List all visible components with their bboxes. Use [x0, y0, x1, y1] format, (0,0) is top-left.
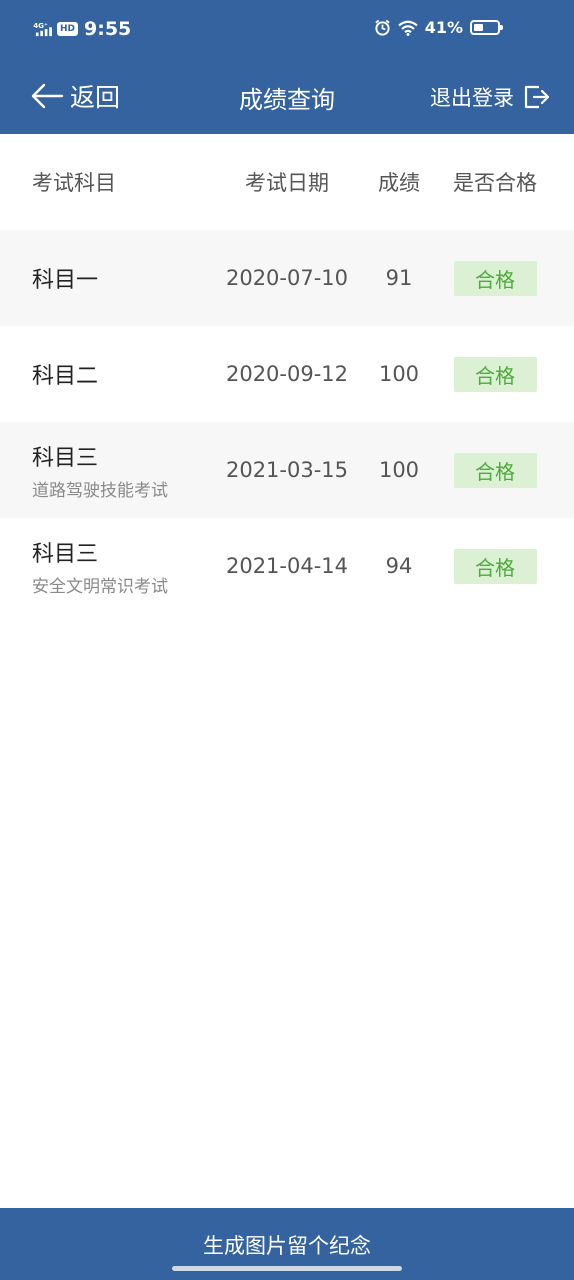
score-cell: 94: [362, 518, 436, 614]
date-cell: 2021-03-15: [212, 422, 362, 518]
pass-badge: 合格: [453, 260, 537, 296]
network-type-label: 4G⁺: [33, 21, 48, 30]
pass-badge: 合格: [453, 548, 537, 584]
wifi-icon: [397, 20, 418, 36]
exam-score: 91: [385, 266, 413, 290]
date-cell: 2021-04-14: [212, 518, 362, 614]
battery-icon: [470, 20, 503, 35]
column-header-subject-label: 考试科目: [32, 171, 116, 195]
subject-name: 科目三: [32, 445, 99, 471]
pass-badge: 合格: [453, 452, 537, 488]
exam-score: 100: [378, 362, 420, 386]
column-header-subject: 考试科目: [32, 134, 212, 230]
score-cell: 100: [362, 422, 436, 518]
date-cell: 2020-09-12: [212, 326, 362, 422]
column-header-date-label: 考试日期: [245, 171, 329, 195]
logout-icon: [524, 85, 550, 109]
subject-cell: 科目三 安全文明常识考试: [32, 518, 212, 614]
pass-cell: 合格: [436, 326, 554, 422]
table-header: 考试科目 考试日期 成绩 是否合格: [0, 134, 574, 230]
column-header-date: 考试日期: [212, 134, 362, 230]
status-bar: 4G⁺ HD 9:55 41%: [0, 0, 574, 62]
pass-cell: 合格: [436, 422, 554, 518]
exam-date: 2020-07-10: [225, 266, 349, 290]
pass-badge: 合格: [453, 356, 537, 392]
subject-name: 科目一: [32, 268, 99, 293]
results-table: 考试科目 考试日期 成绩 是否合格 科目一 2020-07-10 91 合格 科…: [0, 134, 574, 614]
subject-cell: 科目三 道路驾驶技能考试: [32, 422, 212, 518]
battery-percent: 41%: [424, 18, 463, 37]
exam-date: 2020-09-12: [225, 362, 349, 386]
status-time: 9:55: [84, 18, 132, 40]
generate-image-label: 生成图片留个纪念: [203, 1234, 371, 1258]
score-cell: 100: [362, 326, 436, 422]
column-header-pass: 是否合格: [436, 134, 554, 230]
home-indicator[interactable]: [172, 1266, 402, 1271]
exam-date: 2021-03-15: [225, 458, 349, 482]
column-header-score-label: 成绩: [378, 171, 420, 195]
exam-date: 2021-04-14: [225, 554, 349, 578]
status-right: 41%: [374, 18, 503, 37]
alarm-icon: [374, 19, 390, 36]
score-cell: 91: [362, 230, 436, 326]
signal-icon: 4G⁺: [33, 21, 52, 37]
subject-cell: 科目一: [32, 230, 212, 326]
pass-cell: 合格: [436, 230, 554, 326]
subject-name: 科目二: [32, 364, 99, 389]
column-header-pass-label: 是否合格: [453, 171, 537, 195]
table-row: 科目三 安全文明常识考试 2021-04-14 94 合格: [0, 518, 574, 614]
status-left: 4G⁺ HD 9:55: [33, 18, 131, 40]
logout-button[interactable]: 退出登录: [430, 82, 550, 112]
hd-badge: HD: [57, 22, 79, 36]
subject-cell: 科目二: [32, 326, 212, 422]
table-row: 科目一 2020-07-10 91 合格: [0, 230, 574, 326]
exam-score: 100: [378, 458, 420, 482]
exam-score: 94: [385, 554, 413, 578]
table-row: 科目三 道路驾驶技能考试 2021-03-15 100 合格: [0, 422, 574, 518]
subject-subtitle: 安全文明常识考试: [32, 576, 168, 597]
subject-name: 科目三: [32, 541, 99, 567]
app-header: 返回 成绩查询 退出登录: [0, 62, 574, 134]
pass-cell: 合格: [436, 518, 554, 614]
column-header-score: 成绩: [362, 134, 436, 230]
table-row: 科目二 2020-09-12 100 合格: [0, 326, 574, 422]
date-cell: 2020-07-10: [212, 230, 362, 326]
logout-label: 退出登录: [430, 86, 514, 110]
subject-subtitle: 道路驾驶技能考试: [32, 480, 168, 501]
